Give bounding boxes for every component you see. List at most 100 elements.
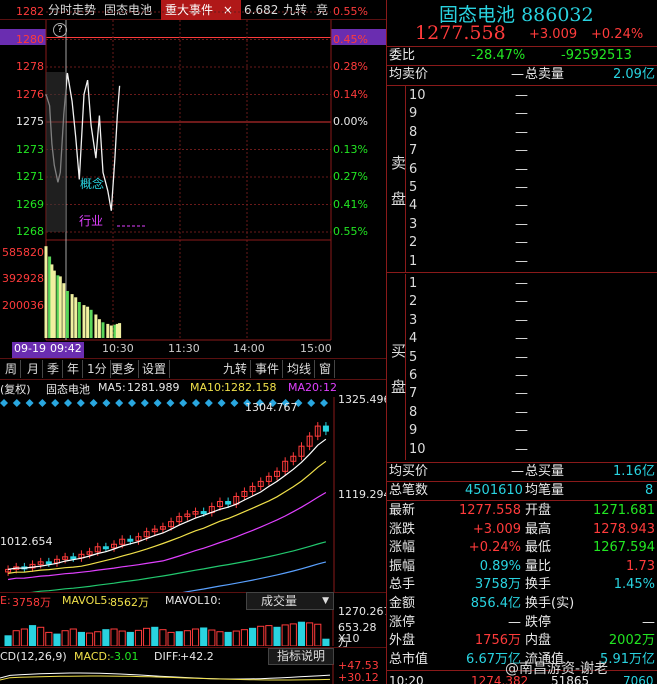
avg-per-trade-value: 8 (645, 483, 654, 498)
stat-value: 1271.681 (592, 503, 655, 518)
time-label-1030: 10:30 (102, 342, 134, 355)
industry-label: 行业 (79, 214, 104, 228)
sell-level-number: 1 (409, 253, 418, 269)
sell-level-number: 3 (409, 216, 418, 232)
buy-level-number: 10 (409, 441, 426, 457)
stat-value: 3758万 (474, 577, 521, 593)
events-button[interactable]: 事件 (252, 360, 284, 378)
event-diamond (64, 399, 72, 407)
volume-bar (94, 631, 102, 646)
avg-sell-row: 均卖价 — 总卖量 2.09亿 (387, 66, 657, 84)
buy-level-placeholder: — (515, 368, 528, 383)
ma10-value: 1282.158 (224, 381, 277, 394)
volume-bar (86, 632, 94, 646)
ma5-label: MA5: (98, 381, 126, 394)
volume-bar (4, 635, 12, 646)
ma20-label: MA20: (288, 381, 323, 394)
stat-label: 开盘 (525, 503, 552, 518)
event-diamond (51, 399, 60, 407)
volume-bar (61, 630, 69, 646)
candle-body (70, 556, 77, 560)
time-label-1130: 11:30 (168, 342, 200, 355)
kline-low-annotation: 1012.654 (0, 535, 53, 548)
window-button[interactable]: 窗 (316, 360, 336, 378)
nine-turn-button[interactable]: 九转 (220, 360, 252, 378)
kline-mode: (复权) (0, 383, 31, 396)
stat-label: 量比 (525, 558, 552, 574)
volume-bar (70, 294, 74, 338)
chart-area: 分时走势 固态电池 重大事件 × 6.682 九转 竞 ? 1282 1280 12… (0, 0, 386, 684)
sell-level-number: 8 (409, 124, 418, 140)
stat-label: 内盘 (525, 633, 552, 649)
buy-level-placeholder: — (515, 386, 528, 402)
volume-bar (314, 623, 322, 646)
concept-label: 概念 (80, 177, 105, 191)
volume-bar (52, 270, 56, 338)
ma10-label: MA10: (190, 381, 225, 394)
commission-ratio-value: -28.47% (471, 48, 526, 63)
stat-row: 最新 1277.558 开盘 1271.681 (387, 502, 657, 521)
avg-per-trade-label: 均笔量 (525, 483, 565, 498)
buy-level-number: 2 (409, 294, 418, 310)
volume-bar (143, 627, 151, 646)
cursor-time-label: 09:42 (48, 342, 84, 358)
period-1min-button[interactable]: 1分 (84, 360, 111, 378)
stat-value: 1278.943 (592, 521, 655, 537)
stat-label: 涨停 (389, 614, 416, 630)
ma-line (8, 438, 327, 570)
kline-axis-top: 1325.496 (338, 393, 386, 406)
tick-v2: 7060 (623, 674, 654, 684)
buy-level-placeholder: — (515, 423, 528, 439)
volume-chart (4, 610, 334, 646)
volume-bar (12, 630, 20, 646)
period-more-button[interactable]: 更多 (108, 360, 140, 378)
stat-label: 涨幅 (389, 540, 416, 556)
intraday-chart (44, 11, 332, 341)
divider (387, 500, 657, 501)
stat-row: 总手 3758万 换手 1.45% (387, 576, 657, 595)
total-trades-label: 总笔数 (389, 483, 429, 498)
volume-bar (134, 629, 143, 646)
buy-level-number: 6 (409, 368, 418, 383)
buy-side-label-1: 买 (391, 342, 407, 360)
settings-button[interactable]: 设置 (139, 360, 171, 378)
orderbook-divider (405, 274, 406, 460)
stat-label: 振幅 (389, 558, 416, 574)
buy-level-number: 8 (409, 404, 418, 420)
time-label-1400: 14:00 (233, 342, 265, 355)
indicator-help-button[interactable]: 指标说明 (268, 648, 334, 665)
event-diamond (217, 399, 226, 407)
event-diamond (89, 399, 98, 407)
kline-stock-name: 固态电池 (46, 383, 90, 396)
period-year-button[interactable]: 年 (64, 360, 84, 378)
stat-label: 金额 (389, 596, 416, 611)
period-month-button[interactable]: 月 (24, 360, 44, 378)
event-diamond (76, 399, 85, 407)
event-diamond (25, 399, 34, 407)
sell-level-placeholder: — (515, 106, 528, 122)
candle-body (102, 546, 109, 550)
sell-level-placeholder: — (515, 88, 528, 103)
kline-chart (0, 397, 335, 593)
period-quarter-button[interactable]: 季 (44, 360, 64, 378)
volume-bar (249, 627, 257, 646)
stat-value: 1267.594 (592, 540, 655, 556)
period-week-button[interactable]: 周 (2, 360, 22, 378)
volume-dropdown-value: 成交量 (261, 594, 298, 608)
sell-level-placeholder: — (515, 124, 528, 140)
kline-axis-mid: 1119.294 (338, 488, 386, 501)
quote-panel: 固态电池 886032 1277.558 +3.009 +0.24% 委比 -2… (386, 0, 657, 684)
volume-bar (306, 622, 314, 646)
volume-indicator-dropdown[interactable]: 成交量 ▼ (246, 592, 334, 610)
total-trades-value: 4501610 (465, 483, 523, 498)
ma-button[interactable]: 均线 (284, 360, 316, 378)
stat-value: +3.009 (472, 521, 521, 537)
volume-bar (183, 630, 191, 646)
sell-side-label-2: 盘 (391, 190, 407, 208)
sell-level-number: 4 (409, 198, 418, 214)
buy-level-placeholder: — (515, 404, 528, 420)
event-diamond (128, 399, 136, 407)
sell-level-placeholder: — (515, 216, 528, 232)
sell-level-placeholder: — (515, 235, 528, 251)
volume-bar (297, 621, 306, 646)
